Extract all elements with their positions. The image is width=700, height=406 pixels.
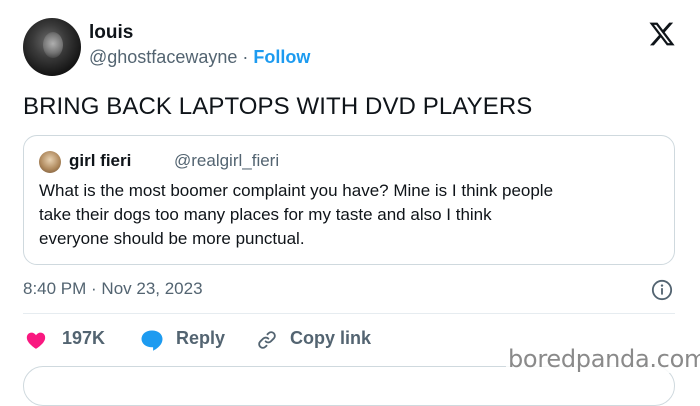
quoted-tweet-text: What is the most boomer complaint you ha… — [39, 179, 664, 251]
quoted-avatar — [39, 151, 61, 173]
quoted-text-line: take their dogs too many places for my t… — [39, 205, 492, 224]
quoted-text-line: What is the most boomer complaint you ha… — [39, 181, 554, 200]
quoted-author-name: girl fieri — [69, 151, 132, 170]
reply-bubble-icon[interactable] — [140, 329, 164, 351]
copy-link-button[interactable]: Copy link — [290, 328, 371, 349]
author-handle[interactable]: @ghostfacewayne — [89, 47, 237, 67]
heart-icon[interactable] — [25, 329, 47, 351]
author-name[interactable]: louis — [89, 22, 133, 44]
quoted-text-line: everyone should be more punctual. — [39, 229, 305, 248]
tweet-text: BRING BACK LAPTOPS WITH DVD PLAYERS — [23, 93, 533, 120]
divider — [23, 313, 675, 314]
follow-button[interactable]: Follow — [253, 47, 310, 67]
author-avatar[interactable] — [23, 18, 81, 76]
link-icon[interactable] — [256, 329, 278, 351]
info-icon[interactable] — [651, 279, 673, 301]
tweet-timestamp[interactable]: 8:40 PM · Nov 23, 2023 — [23, 279, 203, 299]
reply-button[interactable]: Reply — [176, 328, 225, 349]
quoted-author-handle: @realgirl_fieri — [174, 151, 280, 170]
author-handle-row: @ghostfacewayne · Follow — [89, 47, 310, 68]
likes-count[interactable]: 197K — [62, 328, 105, 349]
quoted-tweet-card[interactable]: girl fieri @realgirl_fieri What is the m… — [23, 135, 675, 265]
watermark: boredpanda.com — [506, 345, 700, 373]
x-logo-icon[interactable] — [648, 20, 676, 48]
handle-separator: · — [242, 47, 249, 67]
